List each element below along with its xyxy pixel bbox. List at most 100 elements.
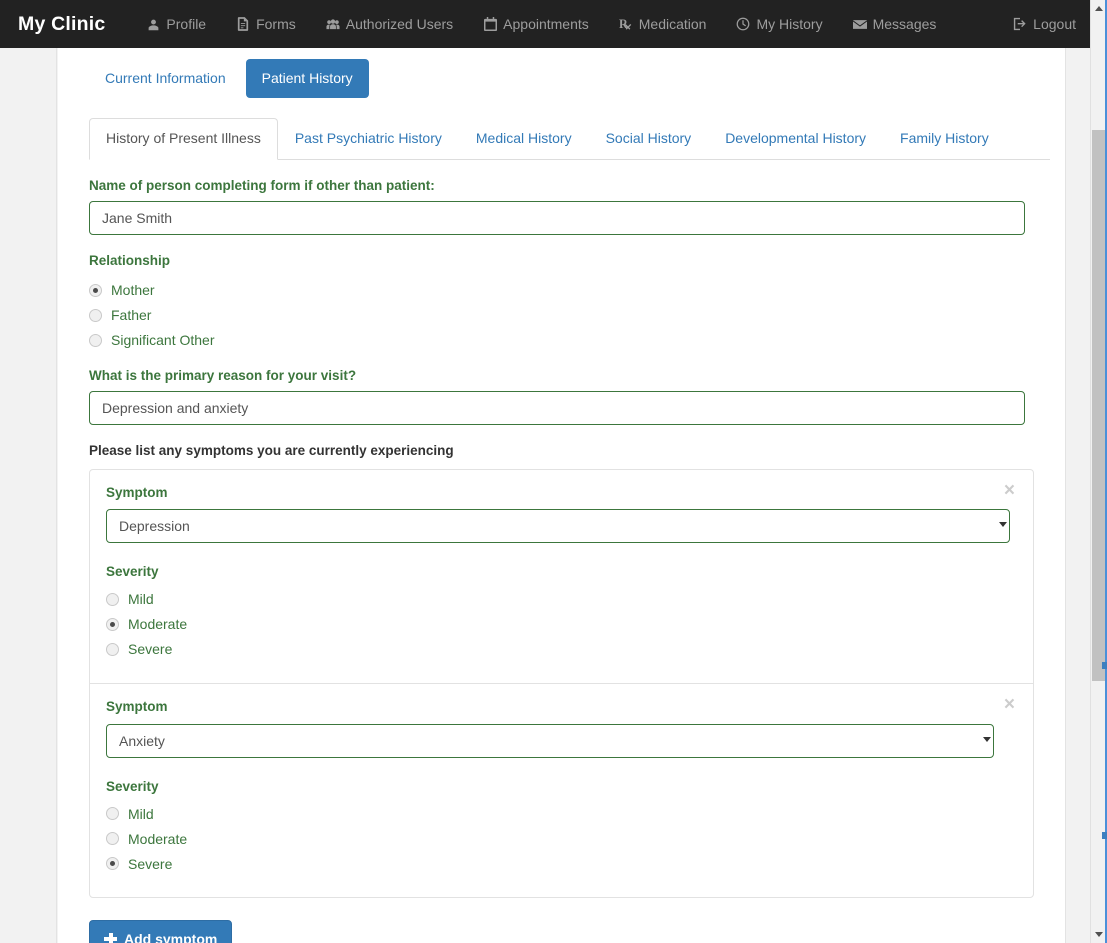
symptom-header: Symptom × [106,484,1017,510]
symptom-header: Symptom × [106,698,1017,724]
caret-up-icon [1095,6,1103,11]
history-tabs: History of Present Illness Past Psychiat… [89,118,1050,160]
severity-option-moderate[interactable]: Moderate [106,829,1017,848]
name-field-label: Name of person completing form if other … [89,177,1034,195]
nav-label: Authorized Users [346,17,453,31]
symptom-label: Symptom [106,698,168,716]
tab-medical-history[interactable]: Medical History [459,118,589,160]
symptom-label: Symptom [106,484,168,502]
radio-label: Father [111,308,151,322]
radio-icon[interactable] [106,832,119,845]
navbar-links: Profile Forms Authorized Users Appointme… [131,17,998,31]
relationship-option-father[interactable]: Father [89,306,1034,325]
nav-item-profile[interactable]: Profile [131,17,221,31]
radio-icon[interactable] [89,284,102,297]
users-group-icon [326,17,340,31]
radio-label: Mild [128,592,154,606]
nav-item-forms[interactable]: Forms [221,17,311,31]
symptoms-list-label: Please list any symptoms you are current… [89,442,1034,460]
calendar-icon [483,17,497,31]
add-symptom-label: Add symptom [124,931,217,943]
remove-symptom-icon[interactable]: × [1002,484,1017,498]
nav-item-appointments[interactable]: Appointments [468,17,604,31]
radio-icon[interactable] [106,807,119,820]
tab-developmental-history[interactable]: Developmental History [708,118,883,160]
tab-social-history[interactable]: Social History [589,118,709,160]
nav-label: Profile [166,17,206,31]
top-navbar: My Clinic Profile Forms Authorized Users… [0,0,1107,48]
radio-icon[interactable] [106,643,119,656]
nav-label: Messages [873,17,937,31]
severity-option-moderate[interactable]: Moderate [106,615,1017,634]
pill-patient-history[interactable]: Patient History [246,59,369,98]
scrollbar-thumb[interactable] [1092,130,1106,681]
pill-current-information[interactable]: Current Information [89,59,242,98]
nav-item-authorized-users[interactable]: Authorized Users [311,17,468,31]
tab-label: Medical History [476,130,572,146]
severity-option-severe[interactable]: Severe [106,854,1017,873]
relationship-option-significant-other[interactable]: Significant Other [89,331,1034,350]
name-input[interactable] [89,201,1025,235]
add-symptom-button[interactable]: Add symptom [89,920,232,943]
severity-option-severe[interactable]: Severe [106,640,1017,659]
radio-label: Mild [128,807,154,821]
symptom-select[interactable]: Depression [106,509,1010,543]
present-illness-form: Name of person completing form if other … [73,177,1050,898]
file-text-icon [236,17,250,31]
primary-reason-input[interactable] [89,391,1025,425]
radio-icon[interactable] [106,593,119,606]
symptom-item: Symptom × Depression Severity Mild [90,470,1033,683]
scroll-marker [1102,832,1107,839]
symptom-select-value: Anxiety [119,733,165,749]
nav-label: Medication [639,17,707,31]
tab-history-of-present-illness[interactable]: History of Present Illness [89,118,278,160]
severity-option-mild[interactable]: Mild [106,804,1017,823]
page-body: Current Information Patient History Hist… [0,48,1107,943]
section-switcher: Current Information Patient History [73,48,1050,98]
tab-past-psychiatric-history[interactable]: Past Psychiatric History [278,118,459,160]
severity-option-mild[interactable]: Mild [106,590,1017,609]
tab-family-history[interactable]: Family History [883,118,1006,160]
nav-label: My History [756,17,822,31]
scroll-marker [1102,662,1107,669]
tab-label: Social History [606,130,692,146]
nav-item-medication[interactable]: R Medication [604,17,722,31]
radio-label: Moderate [128,832,187,846]
brand-logo[interactable]: My Clinic [18,13,105,36]
tab-label: Developmental History [725,130,866,146]
nav-label: Appointments [503,17,589,31]
severity-radio-group: Mild Moderate Severe [106,804,1017,873]
nav-label: Logout [1033,17,1076,31]
nav-item-my-history[interactable]: My History [721,17,837,31]
pill-label: Patient History [262,70,353,86]
severity-label: Severity [106,563,1017,581]
severity-radio-group: Mild Moderate Severe [106,590,1017,659]
relationship-option-mother[interactable]: Mother [89,281,1034,300]
remove-symptom-icon[interactable]: × [1002,698,1017,712]
symptom-select[interactable]: Anxiety [106,724,994,758]
sign-out-icon [1013,17,1027,31]
radio-icon[interactable] [89,334,102,347]
symptom-select-wrap: Depression [106,509,1017,543]
radio-icon[interactable] [89,309,102,322]
symptom-select-value: Depression [119,518,190,534]
nav-item-logout[interactable]: Logout [998,17,1091,31]
radio-label: Moderate [128,617,187,631]
page-gutter-right [1065,48,1090,943]
user-icon [146,17,160,31]
primary-reason-label: What is the primary reason for your visi… [89,367,1034,385]
severity-label: Severity [106,778,1017,796]
clock-icon [736,17,750,31]
radio-label: Significant Other [111,333,215,347]
envelope-icon [853,17,867,31]
radio-icon[interactable] [106,618,119,631]
radio-icon[interactable] [106,857,119,870]
caret-down-icon [1095,932,1103,937]
symptom-select-wrap: Anxiety [106,724,1017,758]
tab-label: Past Psychiatric History [295,130,442,146]
nav-item-messages[interactable]: Messages [838,17,952,31]
pill-label: Current Information [105,70,226,86]
content-container: Current Information Patient History Hist… [58,48,1065,943]
radio-label: Severe [128,642,172,656]
radio-label: Mother [111,283,155,297]
